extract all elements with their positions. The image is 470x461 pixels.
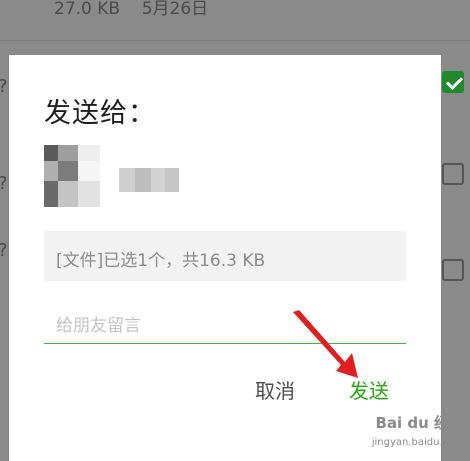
file-summary-text: [文件]已选1个，共16.3 KB bbox=[56, 251, 266, 271]
checkbox[interactable] bbox=[442, 259, 464, 281]
file-size: 27.0 KB bbox=[54, 0, 121, 19]
checkbox-checked[interactable] bbox=[442, 71, 464, 93]
row-marker: ? bbox=[0, 173, 8, 194]
file-meta: 27.0 KB 5月26日 bbox=[54, 0, 208, 19]
watermark-url: jingyan.baidu.com bbox=[371, 437, 464, 448]
watermark: Bai du 经验 jingyan.baidu.com bbox=[352, 412, 464, 452]
row-marker: ? bbox=[0, 76, 8, 97]
checkbox[interactable] bbox=[442, 163, 464, 185]
file-date: 5月26日 bbox=[141, 0, 209, 19]
contact-name bbox=[119, 168, 179, 192]
row-marker: ? bbox=[0, 240, 8, 261]
watermark-brand: Bai du 经验 bbox=[375, 414, 464, 432]
cancel-button[interactable]: 取消 bbox=[255, 375, 295, 404]
file-row[interactable]: 27.0 KB 5月26日 bbox=[0, 0, 470, 41]
send-button[interactable]: 发送 bbox=[349, 375, 389, 404]
contact-avatar[interactable] bbox=[44, 145, 100, 207]
send-to-dialog: 发送给： [文件]已选1个，共16.3 KB 取消 发送 bbox=[9, 55, 441, 461]
dialog-title: 发送给： bbox=[44, 98, 156, 129]
file-summary-box: [文件]已选1个，共16.3 KB bbox=[44, 231, 406, 281]
message-input[interactable] bbox=[44, 308, 406, 344]
